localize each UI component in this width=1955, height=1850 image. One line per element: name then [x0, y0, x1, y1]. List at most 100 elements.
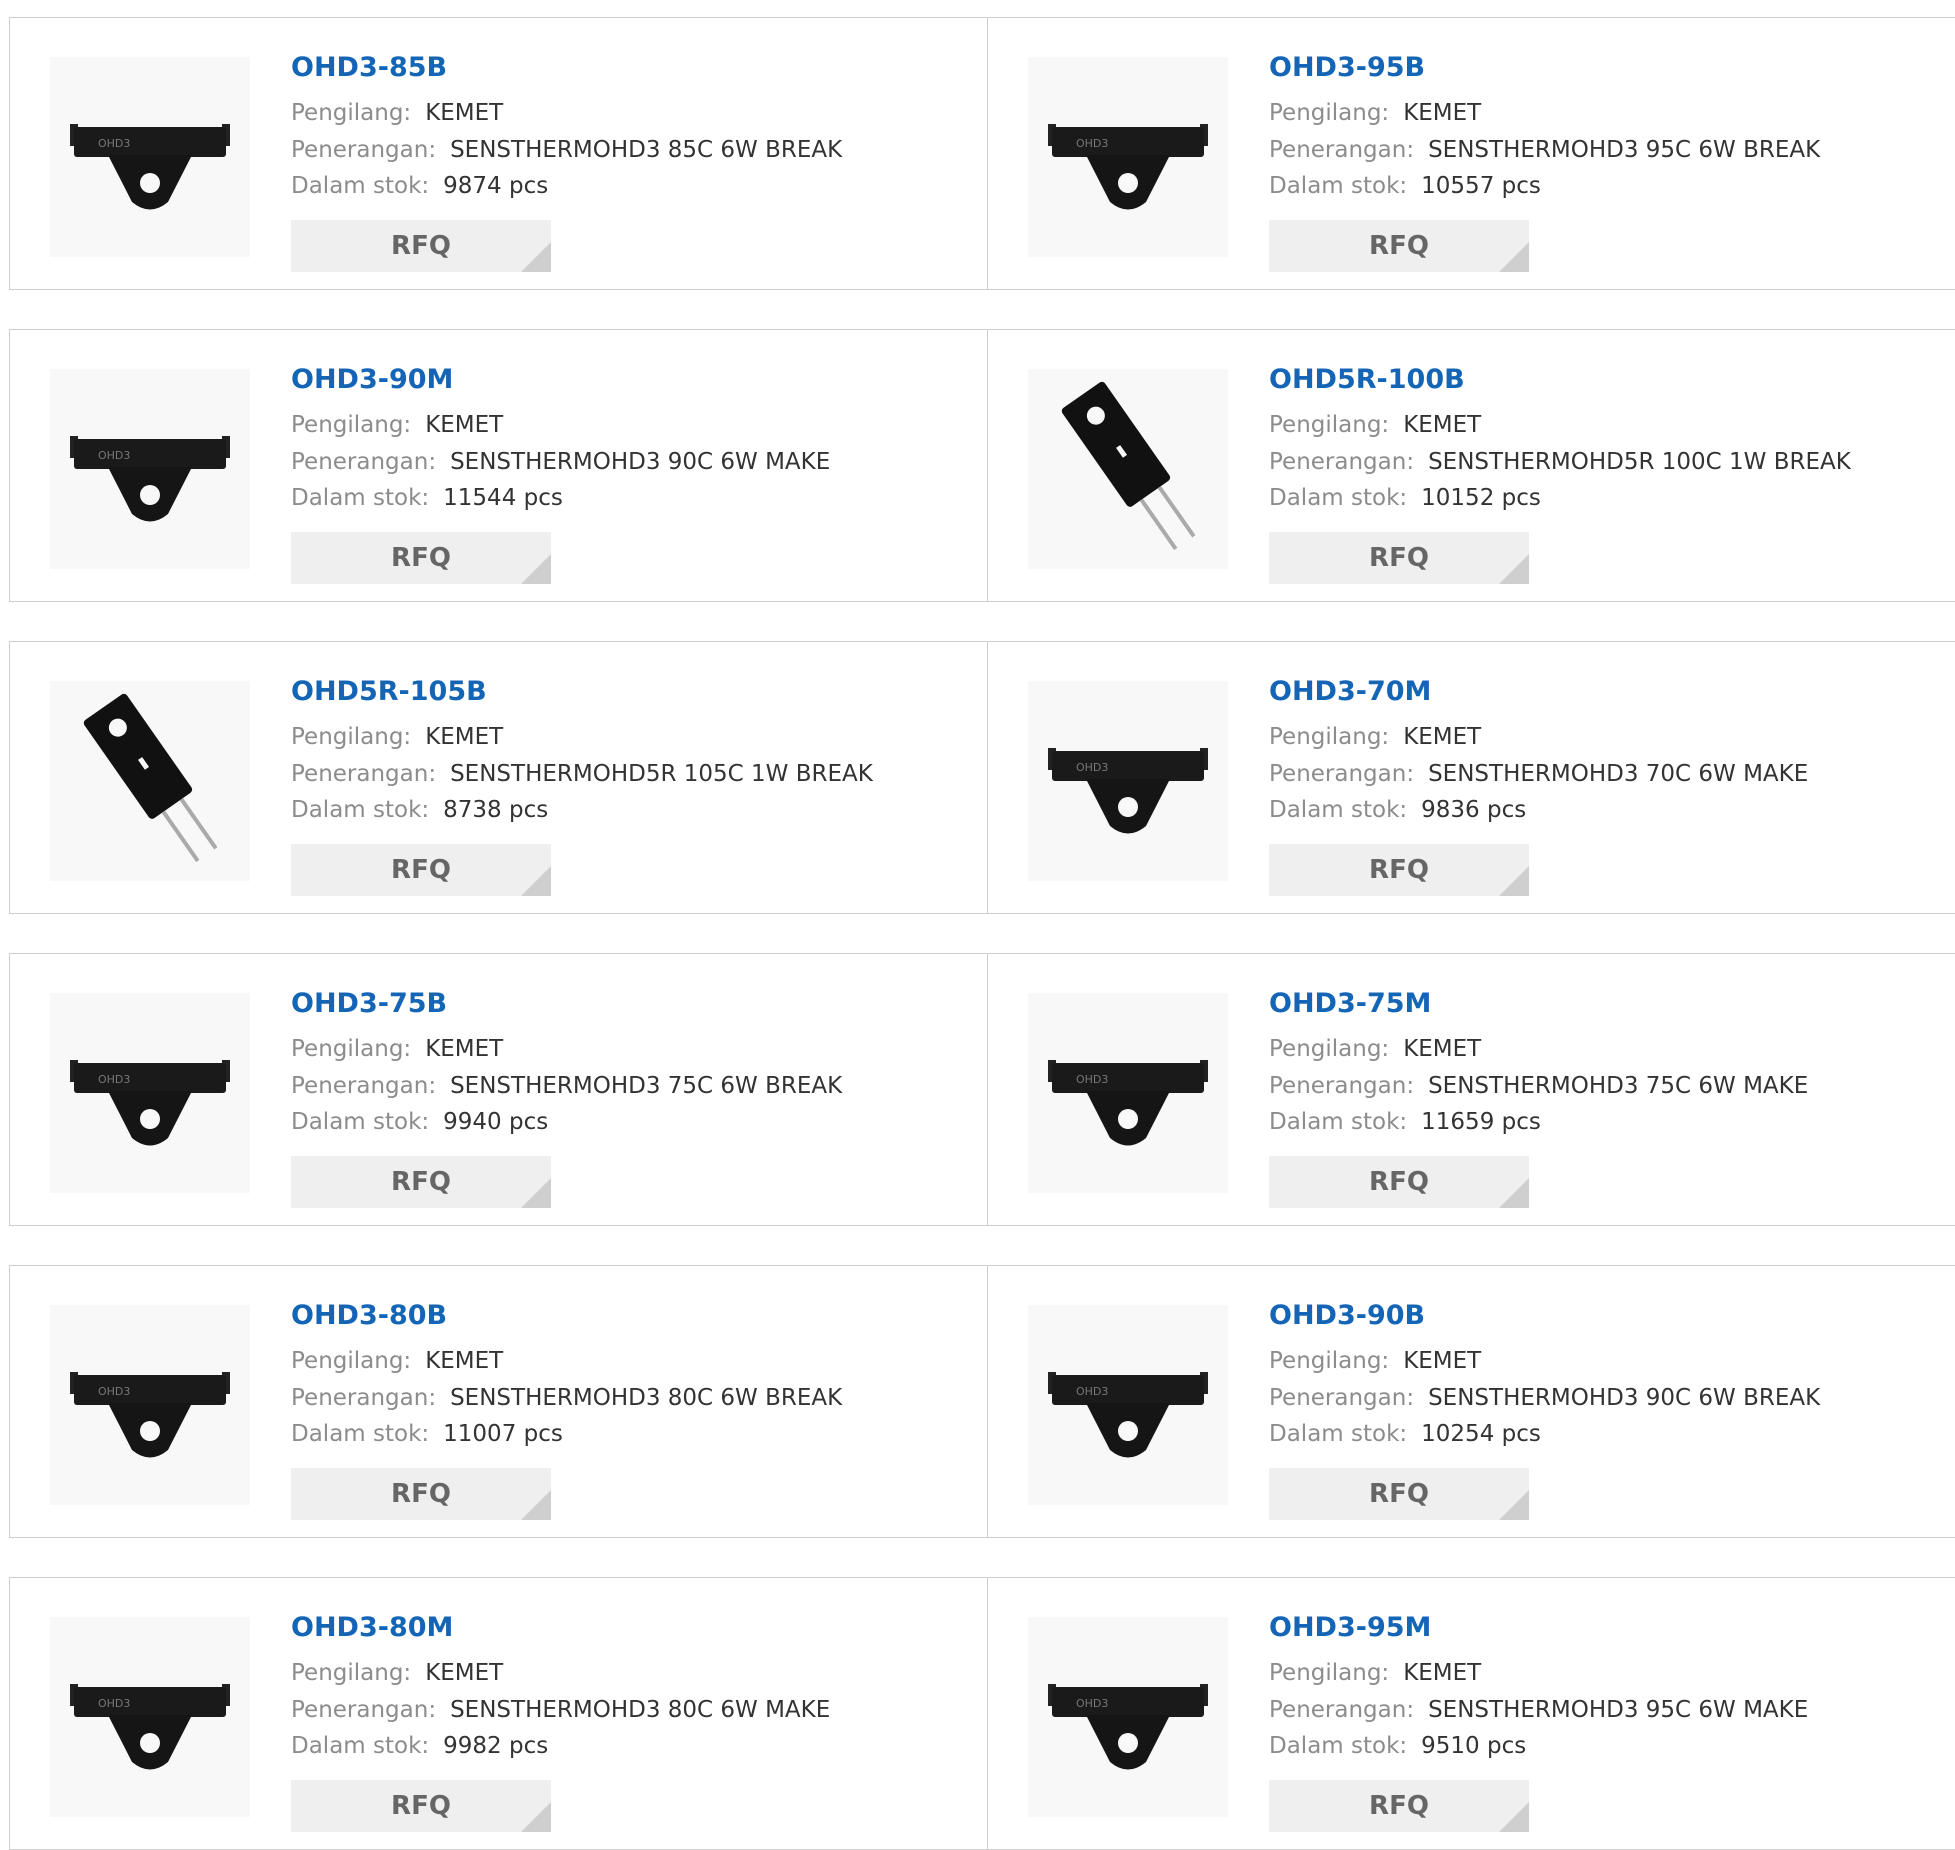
corner-decoration — [1499, 1802, 1529, 1832]
ohd3-thermostat-icon[interactable] — [50, 1617, 250, 1817]
product-part-number-link[interactable]: OHD3-70M — [1269, 676, 1431, 707]
ohd3-thermostat-icon[interactable] — [50, 1305, 250, 1505]
stock-label: Dalam stok: — [291, 1109, 430, 1135]
manufacturer-value: KEMET — [425, 1036, 504, 1062]
product-row: OHD3-85B Pengilang: KEMET Penerangan: SENS… — [9, 17, 1955, 290]
product-part-number-link[interactable]: OHD3-85B — [291, 52, 447, 83]
product-part-number-link[interactable]: OHD3-75B — [291, 988, 447, 1019]
stock-label: Dalam stok: — [1269, 485, 1408, 511]
description-label: Penerangan: — [291, 1697, 437, 1723]
manufacturer-line: Pengilang: KEMET — [1269, 98, 1481, 128]
stock-value: 10557 pcs — [1421, 173, 1541, 199]
product-part-number-link[interactable]: OHD3-80B — [291, 1300, 447, 1331]
description-line: Penerangan: SENSTHERMOHD3 75C 6W BREAK — [291, 1071, 842, 1101]
description-label: Penerangan: — [1269, 1385, 1415, 1411]
ohd3-thermostat-icon[interactable] — [50, 369, 250, 569]
manufacturer-label: Pengilang: — [291, 100, 412, 126]
manufacturer-label: Pengilang: — [1269, 100, 1390, 126]
description-line: Penerangan: SENSTHERMOHD3 95C 6W MAKE — [1269, 1695, 1808, 1725]
rfq-button-label: RFQ — [1369, 1479, 1429, 1509]
ohd3-thermostat-icon[interactable] — [1028, 57, 1228, 257]
description-line: Penerangan: SENSTHERMOHD3 85C 6W BREAK — [291, 135, 842, 165]
description-line: Penerangan: SENSTHERMOHD3 90C 6W MAKE — [291, 447, 830, 477]
manufacturer-line: Pengilang: KEMET — [291, 722, 503, 752]
stock-value: 9940 pcs — [443, 1109, 549, 1135]
rfq-button[interactable]: RFQ — [1269, 1156, 1529, 1208]
rfq-button-label: RFQ — [391, 1479, 451, 1509]
product-card: OHD3-90B Pengilang: KEMET Penerangan: SENS… — [988, 1266, 1955, 1537]
product-part-number-link[interactable]: OHD5R-105B — [291, 676, 487, 707]
description-value: SENSTHERMOHD3 75C 6W MAKE — [1428, 1073, 1809, 1099]
product-part-number-link[interactable]: OHD3-80M — [291, 1612, 453, 1643]
corner-decoration — [1499, 242, 1529, 272]
rfq-button[interactable]: RFQ — [291, 1468, 551, 1520]
rfq-button-label: RFQ — [1369, 1167, 1429, 1197]
description-value: SENSTHERMOHD3 80C 6W BREAK — [450, 1385, 843, 1411]
rfq-button[interactable]: RFQ — [1269, 1780, 1529, 1832]
corner-decoration — [521, 1490, 551, 1520]
ohd3-thermostat-icon[interactable] — [1028, 1305, 1228, 1505]
description-value: SENSTHERMOHD3 90C 6W MAKE — [450, 449, 831, 475]
description-value: SENSTHERMOHD3 70C 6W MAKE — [1428, 761, 1809, 787]
ohd5r-thermostat-icon[interactable] — [1028, 369, 1228, 569]
stock-line: Dalam stok: 9510 pcs — [1269, 1731, 1526, 1761]
rfq-button[interactable]: RFQ — [1269, 220, 1529, 272]
manufacturer-label: Pengilang: — [291, 412, 412, 438]
stock-value: 9510 pcs — [1421, 1733, 1527, 1759]
rfq-button[interactable]: RFQ — [291, 532, 551, 584]
rfq-button[interactable]: RFQ — [291, 844, 551, 896]
manufacturer-value: KEMET — [1403, 724, 1482, 750]
manufacturer-label: Pengilang: — [1269, 1036, 1390, 1062]
ohd3-thermostat-icon[interactable] — [1028, 681, 1228, 881]
description-line: Penerangan: SENSTHERMOHD3 80C 6W BREAK — [291, 1383, 842, 1413]
product-card: OHD3-80M Pengilang: KEMET Penerangan: SENS… — [10, 1578, 987, 1849]
manufacturer-line: Pengilang: KEMET — [291, 98, 503, 128]
corner-decoration — [521, 242, 551, 272]
product-part-number-link[interactable]: OHD3-95M — [1269, 1612, 1431, 1643]
manufacturer-label: Pengilang: — [1269, 1348, 1390, 1374]
ohd3-thermostat-icon[interactable] — [50, 57, 250, 257]
stock-value: 10152 pcs — [1421, 485, 1541, 511]
manufacturer-label: Pengilang: — [291, 724, 412, 750]
product-part-number-link[interactable]: OHD3-75M — [1269, 988, 1431, 1019]
ohd3-thermostat-icon[interactable] — [1028, 1617, 1228, 1817]
rfq-button[interactable]: RFQ — [1269, 532, 1529, 584]
stock-value: 9836 pcs — [1421, 797, 1527, 823]
description-label: Penerangan: — [1269, 449, 1415, 475]
rfq-button[interactable]: RFQ — [291, 220, 551, 272]
ohd5r-thermostat-icon[interactable] — [50, 681, 250, 881]
manufacturer-value: KEMET — [425, 724, 504, 750]
product-part-number-link[interactable]: OHD3-90M — [291, 364, 453, 395]
stock-line: Dalam stok: 9982 pcs — [291, 1731, 548, 1761]
manufacturer-line: Pengilang: KEMET — [291, 1658, 503, 1688]
ohd3-thermostat-icon[interactable] — [1028, 993, 1228, 1193]
description-value: SENSTHERMOHD5R 105C 1W BREAK — [450, 761, 873, 787]
stock-label: Dalam stok: — [291, 1421, 430, 1447]
corner-decoration — [1499, 554, 1529, 584]
stock-label: Dalam stok: — [1269, 1109, 1408, 1135]
manufacturer-value: KEMET — [1403, 1348, 1482, 1374]
corner-decoration — [1499, 1178, 1529, 1208]
description-label: Penerangan: — [1269, 1697, 1415, 1723]
product-part-number-link[interactable]: OHD3-90B — [1269, 1300, 1425, 1331]
ohd3-thermostat-icon[interactable] — [50, 993, 250, 1193]
description-label: Penerangan: — [291, 761, 437, 787]
rfq-button[interactable]: RFQ — [291, 1156, 551, 1208]
description-line: Penerangan: SENSTHERMOHD5R 105C 1W BREAK — [291, 759, 873, 789]
stock-value: 11659 pcs — [1421, 1109, 1541, 1135]
stock-line: Dalam stok: 11007 pcs — [291, 1419, 563, 1449]
stock-line: Dalam stok: 11659 pcs — [1269, 1107, 1541, 1137]
stock-line: Dalam stok: 10254 pcs — [1269, 1419, 1541, 1449]
stock-label: Dalam stok: — [291, 485, 430, 511]
product-part-number-link[interactable]: OHD5R-100B — [1269, 364, 1465, 395]
stock-label: Dalam stok: — [1269, 1733, 1408, 1759]
stock-label: Dalam stok: — [291, 173, 430, 199]
rfq-button-label: RFQ — [391, 1791, 451, 1821]
rfq-button[interactable]: RFQ — [1269, 844, 1529, 896]
rfq-button[interactable]: RFQ — [1269, 1468, 1529, 1520]
product-card: OHD3-70M Pengilang: KEMET Penerangan: SENS… — [988, 642, 1955, 913]
stock-label: Dalam stok: — [1269, 797, 1408, 823]
rfq-button[interactable]: RFQ — [291, 1780, 551, 1832]
product-part-number-link[interactable]: OHD3-95B — [1269, 52, 1425, 83]
description-line: Penerangan: SENSTHERMOHD3 70C 6W MAKE — [1269, 759, 1808, 789]
